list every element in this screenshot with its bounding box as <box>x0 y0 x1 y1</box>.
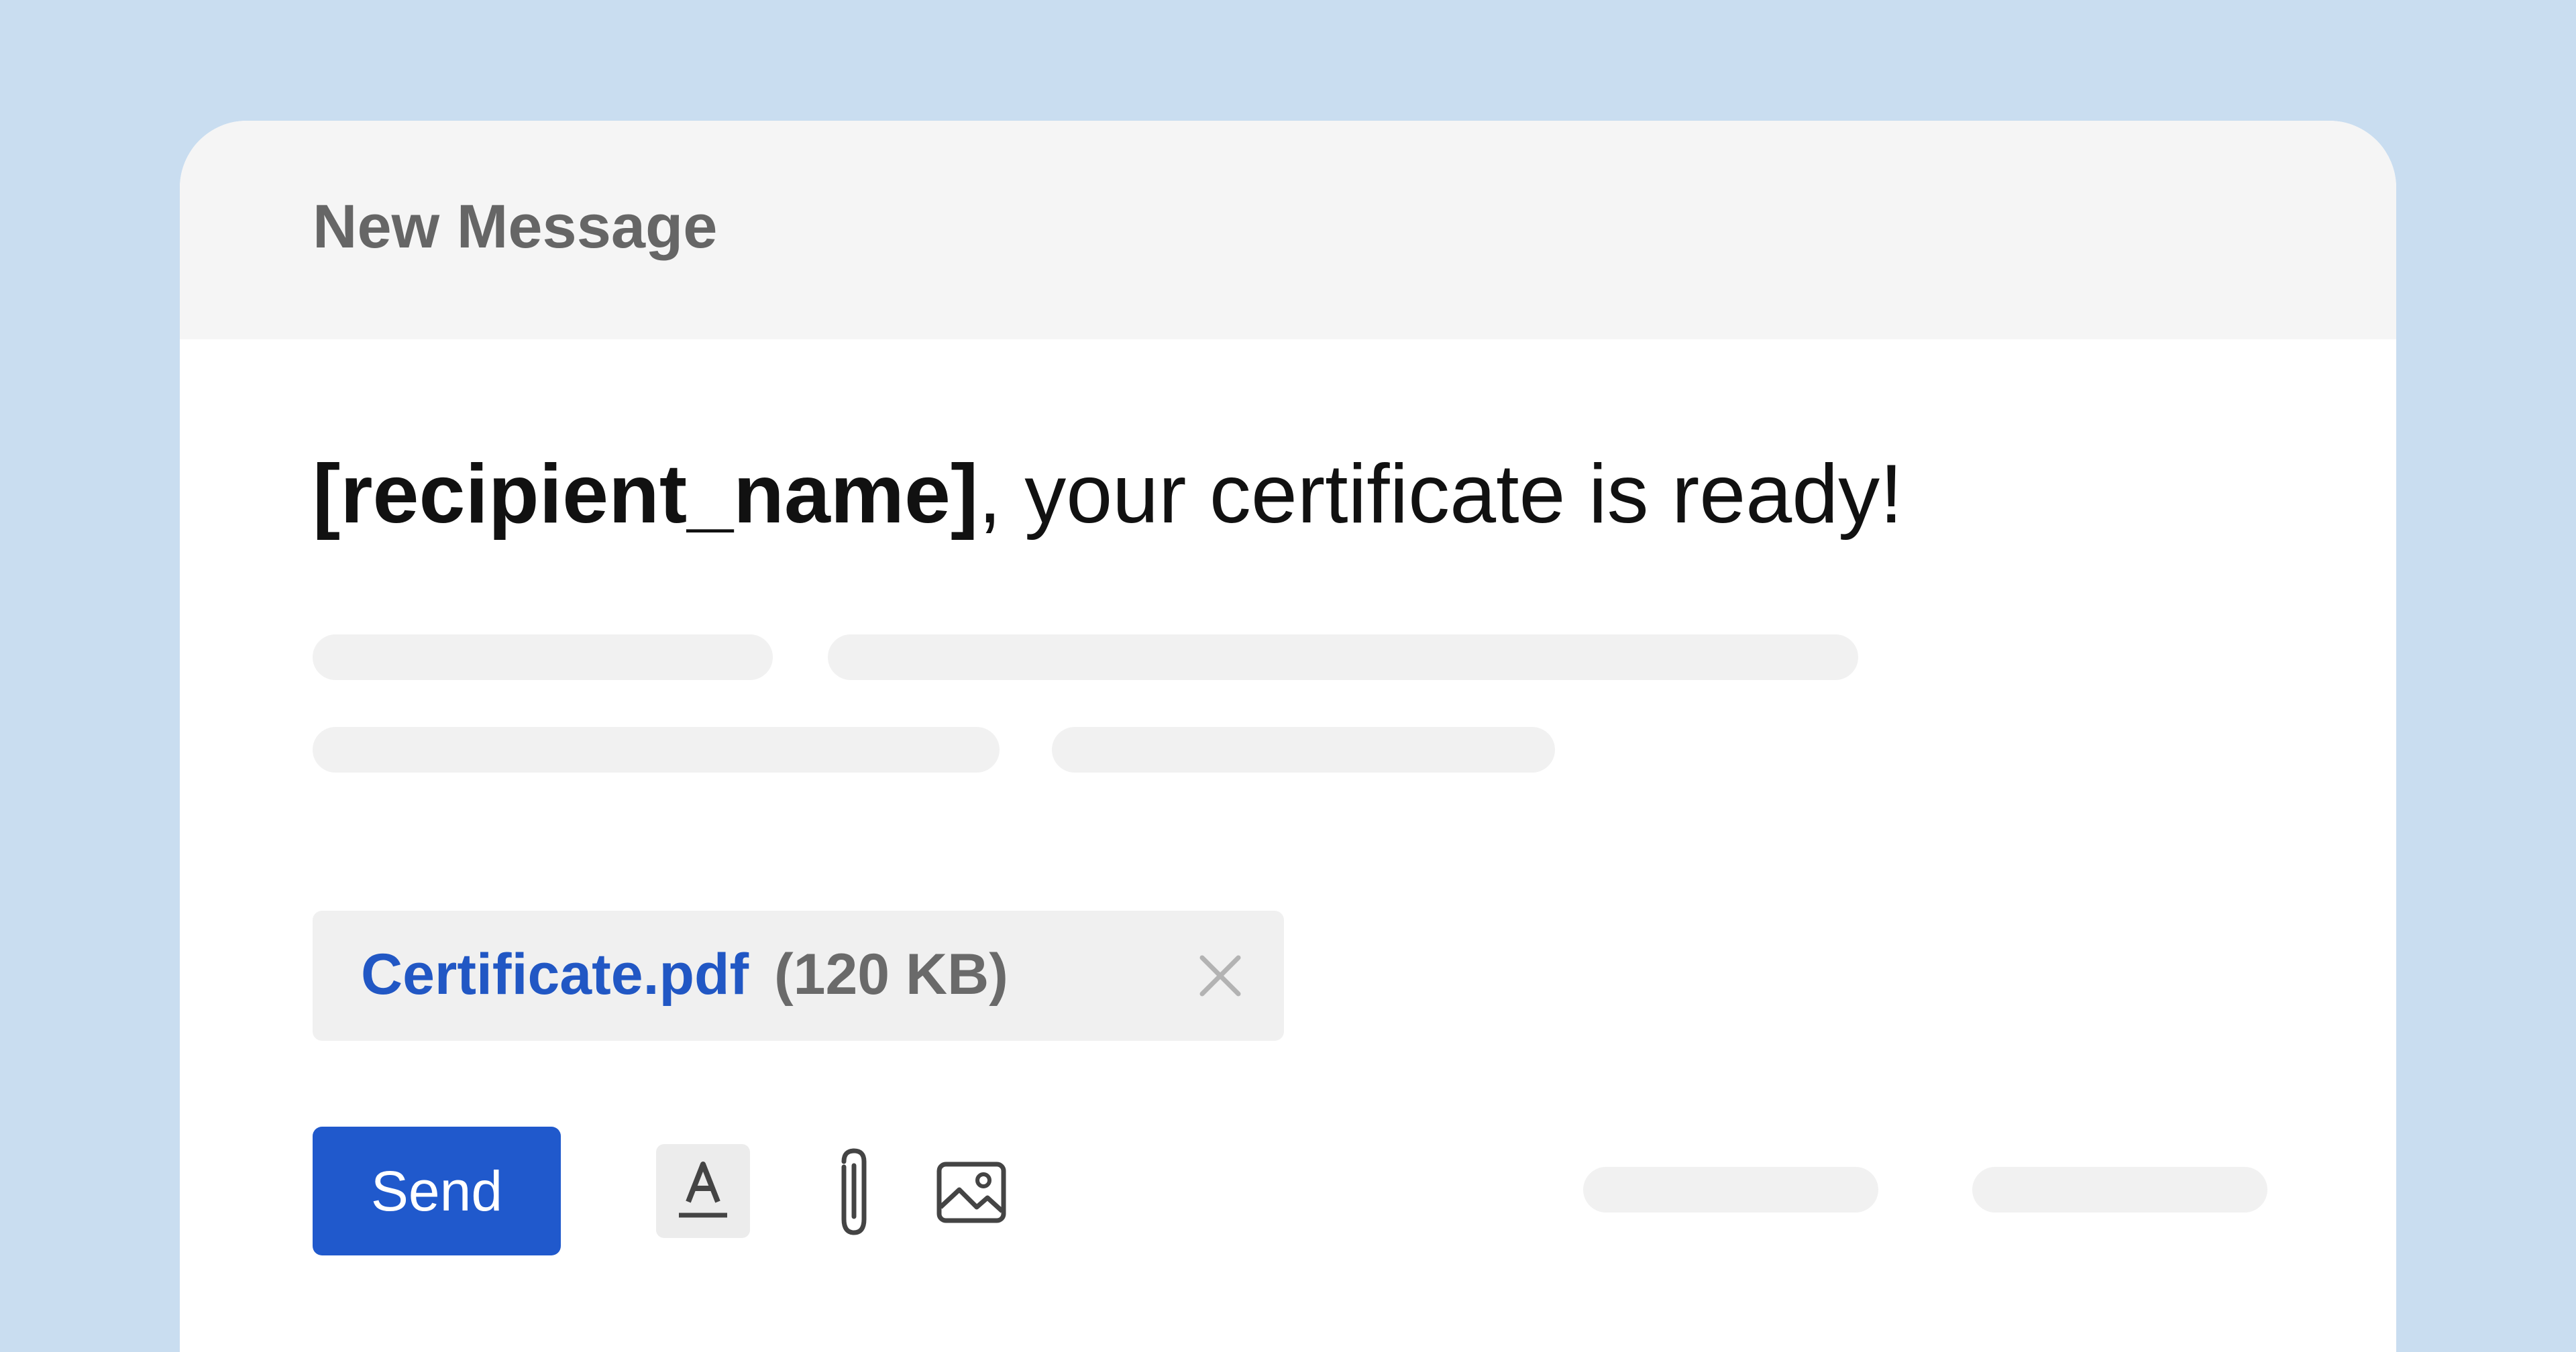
subject-text: , your certificate is ready! <box>978 448 1903 541</box>
attachment-chip: Certificate.pdf (120 KB) <box>313 911 1284 1041</box>
skeleton-toolbar-item <box>1583 1167 1878 1213</box>
skeleton-line <box>1052 727 1555 773</box>
close-icon[interactable] <box>1195 951 1245 1001</box>
send-button[interactable]: Send <box>313 1127 561 1255</box>
skeleton-line <box>828 634 1858 680</box>
skeleton-line <box>313 727 1000 773</box>
compose-window: New Message [recipient_name], your certi… <box>180 121 2396 1352</box>
window-title: New Message <box>313 192 718 261</box>
attachment-file-name[interactable]: Certificate.pdf <box>361 946 749 1003</box>
text-format-icon[interactable] <box>656 1144 750 1238</box>
recipient-name-placeholder: [recipient_name] <box>313 448 979 541</box>
compose-header: New Message <box>180 121 2396 339</box>
skeleton-toolbar-item <box>1972 1167 2267 1213</box>
paperclip-icon[interactable] <box>817 1147 891 1241</box>
skeleton-line <box>313 634 773 680</box>
attachment-file-size: (120 KB) <box>774 942 1008 1007</box>
message-subject[interactable]: [recipient_name], your certificate is re… <box>313 447 1903 543</box>
image-icon[interactable] <box>931 1152 1012 1233</box>
